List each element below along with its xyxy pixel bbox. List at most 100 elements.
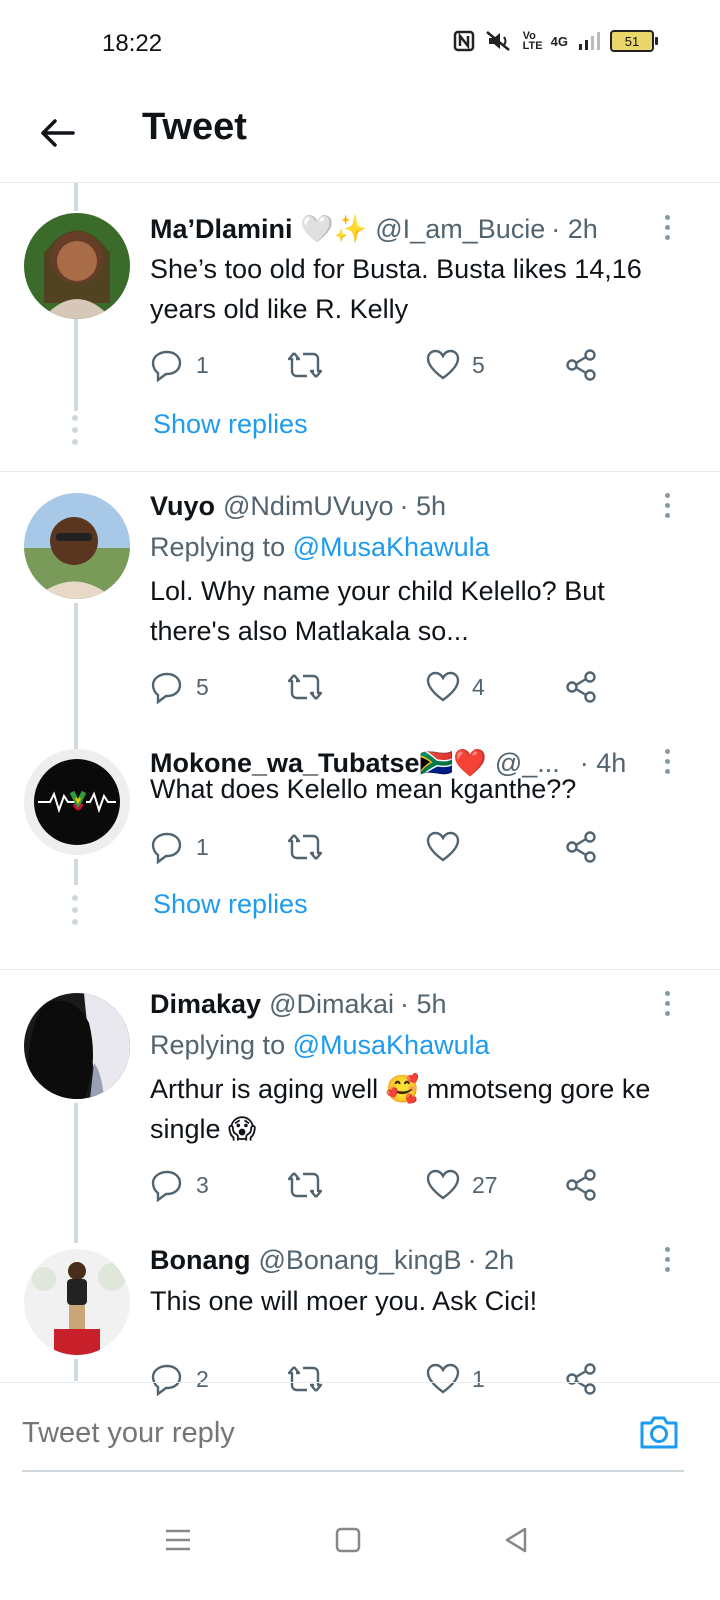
divider — [0, 969, 720, 970]
tweet[interactable]: Ma’Dlamini 🤍✨ @I_am_Bucie · 2h She’s too… — [0, 183, 720, 471]
tweet-actions: 1 — [150, 827, 620, 867]
like-count: 5 — [472, 351, 485, 378]
share-icon — [566, 831, 596, 863]
more-options-button[interactable] — [652, 487, 682, 523]
avatar[interactable] — [24, 1249, 130, 1355]
menu-icon — [166, 1529, 190, 1551]
reply-count: 5 — [196, 673, 209, 700]
username[interactable]: @NdimUVuyo — [223, 491, 393, 522]
avatar[interactable] — [24, 213, 130, 319]
timestamp: · 2h — [467, 1245, 515, 1275]
tweet-text: Lol. Why name your child Kelello? But th… — [150, 576, 605, 646]
retweet-icon — [287, 674, 323, 700]
arrow-left-icon — [41, 119, 75, 147]
reply-icon — [151, 1170, 182, 1202]
avatar[interactable] — [24, 993, 130, 1099]
tweet-header: Ma’Dlamini 🤍✨ @I_am_Bucie · 2h — [150, 213, 598, 245]
replying-to-prefix: Replying to — [150, 1030, 286, 1060]
display-name[interactable]: Dimakay — [150, 989, 261, 1020]
tweet-text: She’s too old for Busta. Busta likes 14,… — [150, 254, 642, 324]
tweet-header: Dimakay @Dimakai · 5h — [150, 989, 447, 1020]
reply-count: 3 — [196, 1171, 209, 1198]
share-button[interactable] — [564, 827, 598, 867]
retweet-button[interactable] — [286, 667, 336, 707]
reply-button[interactable]: 3 — [150, 1165, 209, 1205]
system-back-button[interactable] — [486, 1510, 546, 1570]
like-button[interactable]: 5 — [426, 345, 485, 385]
recent-apps-button[interactable] — [148, 1510, 208, 1570]
retweet-button[interactable] — [286, 827, 336, 867]
reply-input[interactable] — [22, 1403, 612, 1463]
camera-button[interactable] — [638, 1413, 680, 1453]
retweet-button[interactable] — [286, 1165, 336, 1205]
share-button[interactable] — [564, 667, 598, 707]
retweet-icon — [287, 834, 323, 860]
tweet[interactable]: Dimakay @Dimakai · 5h Replying to @MusaK… — [0, 971, 720, 1243]
avatar[interactable] — [24, 493, 130, 599]
share-button[interactable] — [564, 345, 598, 385]
reply-button[interactable]: 1 — [150, 345, 209, 385]
reply-input-underline — [22, 1470, 684, 1472]
tweet-text: This one will moer you. Ask Cici! — [150, 1286, 538, 1316]
back-button[interactable] — [30, 106, 84, 160]
thread-line — [74, 859, 78, 885]
mention-link[interactable]: @MusaKhawula — [293, 532, 490, 562]
timestamp: · 2h — [551, 213, 598, 244]
share-icon — [566, 671, 596, 703]
reply-icon — [151, 350, 182, 382]
reply-count: 1 — [196, 351, 209, 378]
like-count: 4 — [472, 673, 485, 700]
timestamp: · 5h — [399, 491, 446, 521]
more-options-button[interactable] — [652, 1241, 682, 1277]
share-button[interactable] — [564, 1165, 598, 1205]
thread-line — [74, 319, 78, 411]
status-time: 18:22 — [102, 30, 163, 57]
reply-button[interactable]: 1 — [150, 827, 209, 867]
username[interactable]: @Bonang_kingB — [259, 1245, 462, 1276]
tweet[interactable]: Mokone_wa_Tubatse🇿🇦❤️ @_... · 4h What do… — [0, 748, 720, 969]
show-replies-link[interactable]: Show replies — [153, 409, 308, 440]
tweet-text: What does Kelello mean kganthe?? — [150, 774, 577, 804]
replying-to-prefix: Replying to — [150, 532, 286, 562]
like-count: 27 — [472, 1171, 498, 1198]
mention-link[interactable]: @MusaKhawula — [293, 1030, 490, 1060]
retweet-button[interactable] — [286, 345, 336, 385]
tweet-header: Vuyo @NdimUVuyo · 5h — [150, 491, 446, 522]
status-icons: Vo LTE 4G 51 — [453, 30, 658, 52]
display-name[interactable]: Vuyo — [150, 491, 215, 522]
home-square-icon — [335, 1527, 361, 1553]
mute-icon — [485, 31, 510, 51]
show-replies-link[interactable]: Show replies — [153, 889, 308, 920]
network-type: 4G — [550, 33, 568, 49]
tweet[interactable]: Vuyo @NdimUVuyo · 5h Replying to @MusaKh… — [0, 473, 720, 749]
reply-button[interactable]: 5 — [150, 667, 209, 707]
heart-icon — [426, 671, 460, 702]
back-triangle-icon — [505, 1527, 527, 1553]
like-button[interactable] — [426, 827, 472, 867]
reply-icon — [151, 672, 182, 704]
heart-icon — [426, 1169, 460, 1200]
share-icon — [566, 349, 596, 381]
retweet-icon — [287, 352, 323, 378]
more-options-button[interactable] — [652, 985, 682, 1021]
tweet[interactable]: Bonang @Bonang_kingB · 2h This one will … — [0, 1241, 720, 1396]
reply-count: 1 — [196, 833, 209, 860]
display-name[interactable]: Ma’Dlamini 🤍✨ — [150, 213, 367, 245]
tweet-text: Arthur is aging well 🥰 mmotseng gore ke … — [150, 1074, 651, 1144]
display-name[interactable]: Bonang — [150, 1245, 251, 1276]
thread-continuation-dots — [72, 895, 78, 925]
like-button[interactable]: 4 — [426, 667, 485, 707]
more-options-button[interactable] — [652, 209, 682, 245]
divider — [0, 471, 720, 472]
thread-line — [74, 1103, 78, 1243]
username[interactable]: @Dimakai — [269, 989, 394, 1020]
avatar[interactable] — [24, 749, 130, 855]
home-button[interactable] — [318, 1510, 378, 1570]
username[interactable]: @I_am_Bucie — [375, 214, 545, 245]
like-button[interactable]: 27 — [426, 1165, 498, 1205]
battery-icon: 51 — [610, 30, 658, 52]
nfc-icon — [453, 30, 474, 52]
thread-line — [74, 603, 78, 749]
battery-level: 51 — [624, 33, 640, 49]
reply-composer — [0, 1382, 720, 1483]
